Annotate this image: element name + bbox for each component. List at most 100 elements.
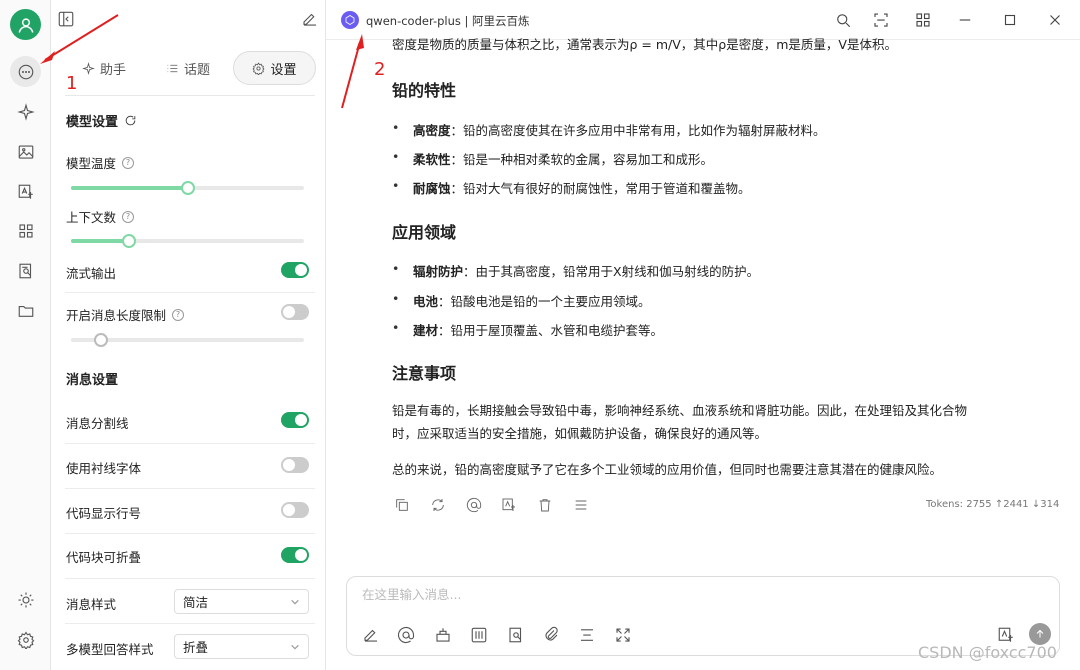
- toggle-sidebar-button[interactable]: [57, 10, 75, 28]
- divider: [65, 533, 315, 534]
- serif-font-toggle[interactable]: [281, 457, 309, 473]
- multi-model-style-select[interactable]: 折叠: [174, 634, 309, 659]
- chevron-down-icon: [291, 599, 299, 604]
- model-selector[interactable]: qwen-coder-plus | 阿里云百炼: [366, 13, 530, 29]
- context-label: 上下文数 ?: [66, 207, 135, 226]
- folder-icon: [18, 305, 33, 317]
- sparkle-icon: [16, 102, 35, 121]
- close-icon: [1050, 15, 1060, 25]
- chevron-down-icon: [291, 644, 299, 649]
- list-term: 建材: [413, 323, 439, 338]
- scan-button[interactable]: [872, 11, 890, 29]
- clear-context-button[interactable]: [578, 626, 596, 644]
- message-heading: 注意事项: [392, 364, 457, 383]
- tab-settings[interactable]: 设置: [233, 51, 316, 85]
- help-icon[interactable]: ?: [172, 308, 185, 321]
- rail-files-button[interactable]: [10, 295, 41, 326]
- line-numbers-toggle[interactable]: [281, 502, 309, 518]
- params-button[interactable]: [470, 626, 488, 644]
- input-translate-button[interactable]: [997, 626, 1015, 644]
- user-icon: [18, 17, 33, 33]
- mini-apps-button[interactable]: [914, 11, 932, 29]
- rail-knowledge-button[interactable]: [10, 255, 41, 286]
- tab-label: 助手: [99, 62, 126, 78]
- expand-icon: [616, 628, 630, 642]
- document-search-icon: [509, 627, 522, 643]
- list-item: 辐射防护：由于其高密度，铅常用于X射线和伽马射线的防护。: [392, 261, 759, 280]
- expand-button[interactable]: [614, 626, 632, 644]
- rail-settings-button[interactable]: [10, 624, 41, 655]
- message-input[interactable]: [362, 587, 1042, 602]
- sparkle-icon: [82, 61, 95, 75]
- rail-theme-button[interactable]: [10, 584, 41, 615]
- apps-icon: [916, 13, 930, 27]
- rail-image-button[interactable]: [10, 136, 41, 167]
- reset-icon[interactable]: [124, 114, 137, 127]
- knowledge-button[interactable]: [507, 626, 525, 644]
- mention-button[interactable]: [397, 626, 415, 644]
- slider-handle[interactable]: [180, 181, 195, 195]
- send-button[interactable]: [1029, 623, 1051, 645]
- token-count: Tokens: 2755 ↑2441 ↓314: [926, 499, 1060, 510]
- translate-icon: [502, 498, 515, 511]
- copy-button[interactable]: [394, 497, 410, 513]
- multi-model-style-label: 多模型回答样式: [66, 642, 154, 657]
- more-button[interactable]: [573, 497, 589, 513]
- stream-output-toggle[interactable]: [281, 262, 309, 278]
- section-title-text: 模型设置: [66, 115, 119, 130]
- translate-button[interactable]: [501, 497, 517, 513]
- rail-chat-button[interactable]: [10, 56, 41, 87]
- max-length-toggle[interactable]: [281, 304, 309, 320]
- divider: [65, 292, 315, 293]
- tab-label: 话题: [183, 62, 210, 78]
- tab-topics[interactable]: 话题: [143, 51, 233, 85]
- list-icon: [167, 64, 178, 72]
- max-length-label: 开启消息长度限制 ?: [66, 305, 185, 324]
- help-icon[interactable]: ?: [122, 156, 135, 169]
- minimize-button[interactable]: [956, 11, 974, 29]
- slider-handle[interactable]: [122, 234, 137, 248]
- copy-icon: [396, 499, 408, 511]
- divider: [65, 488, 315, 489]
- list-text: ：铅用于屋顶覆盖、水管和电缆护套等。: [438, 323, 664, 338]
- search-button[interactable]: [834, 11, 852, 29]
- delete-button[interactable]: [537, 497, 553, 513]
- new-topic-button[interactable]: [362, 626, 380, 644]
- select-value: 简洁: [183, 595, 209, 610]
- temperature-slider[interactable]: [71, 181, 304, 195]
- tools-button[interactable]: [434, 626, 452, 644]
- list-item: 耐腐蚀：铅对大气有很好的耐腐蚀性，常用于管道和覆盖物。: [392, 178, 751, 197]
- collapsible-code-toggle[interactable]: [281, 547, 309, 563]
- message-paragraph: 铅是有毒的，长期接触会导致铅中毒，影响神经系统、血液系统和肾脏功能。因此，在处理…: [392, 403, 968, 418]
- gear-icon: [252, 61, 265, 75]
- attach-button[interactable]: [542, 626, 560, 644]
- mention-model-button[interactable]: [466, 497, 482, 513]
- help-icon[interactable]: ?: [122, 210, 135, 223]
- rail-translate-button[interactable]: [10, 176, 41, 207]
- context-break-icon: [581, 629, 593, 641]
- rail-agents-button[interactable]: [10, 96, 41, 127]
- list-text: ：铅是一种相对柔软的金属，容易加工和成形。: [450, 152, 714, 167]
- max-length-slider[interactable]: [71, 333, 304, 347]
- arrow-up-icon: [1036, 629, 1044, 638]
- regenerate-button[interactable]: [430, 497, 446, 513]
- rail-apps-button[interactable]: [10, 215, 41, 246]
- apps-icon: [18, 223, 33, 238]
- select-value: 折叠: [183, 640, 209, 655]
- sliders-icon: [471, 627, 487, 643]
- message-divider-label: 消息分割线: [66, 416, 129, 431]
- message-divider-toggle[interactable]: [281, 412, 309, 428]
- slider-fill: [71, 239, 130, 243]
- new-chat-button[interactable]: [301, 10, 319, 28]
- message-style-label: 消息样式: [66, 597, 117, 612]
- context-slider[interactable]: [71, 234, 304, 248]
- user-avatar[interactable]: [10, 9, 41, 40]
- close-button[interactable]: [1046, 11, 1064, 29]
- gear-icon: [17, 630, 34, 649]
- maximize-button[interactable]: [1001, 11, 1019, 29]
- maximize-icon: [1004, 14, 1016, 26]
- slider-handle[interactable]: [94, 333, 109, 347]
- message-style-select[interactable]: 简洁: [174, 589, 309, 614]
- list-term: 电池: [413, 294, 439, 309]
- tabs-divider: [65, 95, 315, 96]
